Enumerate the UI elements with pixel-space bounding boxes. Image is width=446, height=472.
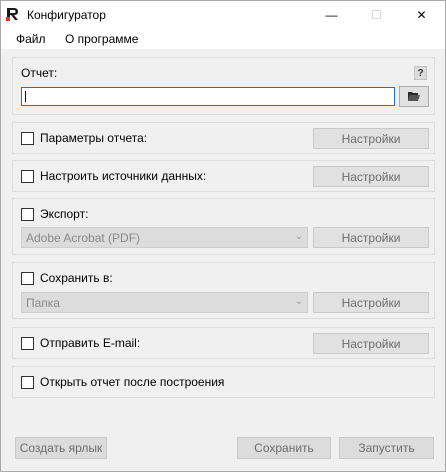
sources-label: Настроить источники данных: [40, 169, 207, 183]
save-group: Сохранить в: Папка ⌄ Настройки [12, 262, 435, 319]
close-button[interactable]: ✕ [399, 1, 444, 29]
help-button[interactable]: ? [414, 66, 427, 80]
sources-settings-button[interactable]: Настройки [313, 166, 429, 187]
sources-group: Настроить источники данных: Настройки [12, 160, 435, 192]
save-label: Сохранить в: [40, 271, 113, 285]
report-path-input[interactable] [21, 87, 395, 106]
save-target-select[interactable]: Папка ⌄ [21, 292, 308, 313]
menu-file[interactable]: Файл [16, 32, 46, 46]
menu-about[interactable]: О программе [65, 32, 138, 46]
configurator-window: Конфигуратор — ☐ ✕ Файл О программе Отче… [0, 0, 446, 472]
chevron-down-icon: ⌄ [294, 296, 303, 307]
minimize-icon: — [325, 8, 338, 22]
params-label: Параметры отчета: [40, 131, 148, 145]
params-group: Параметры отчета: Настройки [12, 122, 435, 154]
chevron-down-icon: ⌄ [294, 231, 303, 242]
export-option: Экспорт: [21, 207, 88, 221]
folder-open-icon [408, 92, 420, 101]
maximize-icon: ☐ [371, 8, 382, 22]
report-group: Отчет: ? [12, 57, 435, 115]
text-caret [25, 91, 26, 102]
export-format-value: Adobe Acrobat (PDF) [26, 230, 141, 245]
open-checkbox[interactable] [21, 375, 34, 389]
export-checkbox[interactable] [21, 207, 34, 221]
params-option: Параметры отчета: [21, 131, 147, 145]
params-settings-button[interactable]: Настройки [313, 128, 429, 149]
open-group: Открыть отчет после построения [12, 366, 435, 398]
save-settings-button[interactable]: Настройки [313, 292, 429, 313]
email-group: Отправить E-mail: Настройки [12, 327, 435, 359]
email-checkbox[interactable] [21, 336, 34, 350]
email-label: Отправить E-mail: [40, 336, 141, 350]
export-format-select[interactable]: Adobe Acrobat (PDF) ⌄ [21, 227, 308, 248]
sources-checkbox[interactable] [21, 169, 34, 183]
save-option: Сохранить в: [21, 271, 113, 285]
minimize-button[interactable]: — [309, 1, 354, 29]
open-option: Открыть отчет после построения [21, 375, 224, 389]
create-shortcut-button[interactable]: Создать ярлык [15, 437, 107, 459]
email-settings-button[interactable]: Настройки [313, 333, 429, 354]
export-settings-button[interactable]: Настройки [313, 227, 429, 248]
browse-button[interactable] [399, 86, 429, 107]
export-group: Экспорт: Adobe Acrobat (PDF) ⌄ Настройки [12, 198, 435, 255]
save-checkbox[interactable] [21, 271, 34, 285]
save-button[interactable]: Сохранить [237, 437, 331, 459]
save-target-value: Папка [26, 295, 60, 310]
title-bar: Конфигуратор — ☐ ✕ [1, 1, 445, 29]
app-logo-icon [6, 8, 18, 21]
open-label: Открыть отчет после построения [40, 375, 225, 389]
email-option: Отправить E-mail: [21, 336, 140, 350]
sources-option: Настроить источники данных: [21, 169, 206, 183]
menu-bar: Файл О программе [1, 29, 445, 49]
window-title: Конфигуратор [27, 8, 106, 22]
report-label: Отчет: [21, 66, 58, 80]
params-checkbox[interactable] [21, 131, 34, 145]
close-icon: ✕ [416, 8, 427, 22]
run-button[interactable]: Запустить [339, 437, 434, 459]
maximize-button[interactable]: ☐ [354, 1, 399, 29]
export-label: Экспорт: [40, 207, 89, 221]
